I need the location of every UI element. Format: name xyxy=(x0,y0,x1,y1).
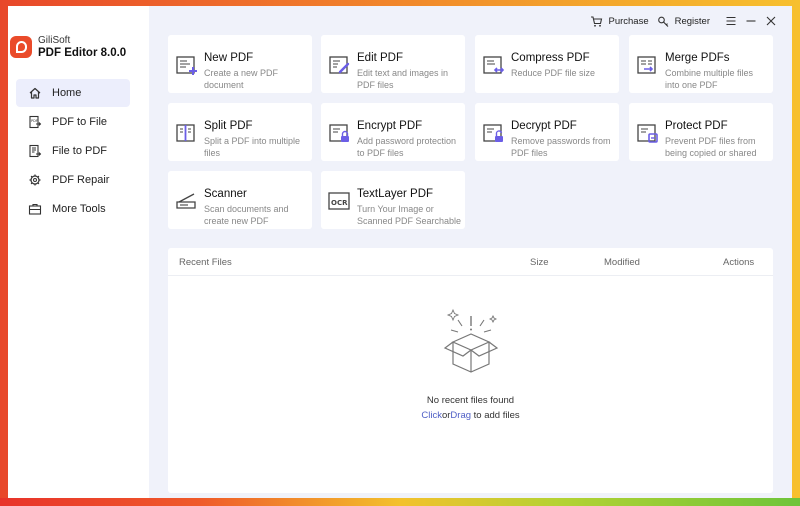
tool-desc: Edit text and images in PDF files xyxy=(357,68,449,90)
tool-desc: Prevent PDF files from being copied or sh… xyxy=(665,136,757,158)
sidebar: GiliSoft PDF Editor 8.0.0 Home PDF PDF t… xyxy=(8,6,149,498)
empty-message: No recent files found xyxy=(426,395,515,406)
minimize-icon[interactable] xyxy=(744,14,758,28)
new-pdf-icon xyxy=(174,52,200,78)
tool-edit-pdf[interactable]: Edit PDF Edit text and images in PDF file… xyxy=(321,35,465,93)
key-icon xyxy=(657,16,669,27)
tool-desc: Split a PDF into multiple files xyxy=(204,136,301,158)
tool-protect-pdf[interactable]: Protect PDF Prevent PDF files from being … xyxy=(629,103,773,161)
cart-icon xyxy=(591,15,603,27)
protect-pdf-icon xyxy=(635,120,661,146)
tool-title: Scanner xyxy=(204,188,247,200)
sidebar-item-label: Home xyxy=(52,87,82,99)
tool-title: Split PDF xyxy=(204,120,253,132)
add-files-hint: ClickorDrag to add files xyxy=(168,410,773,421)
sidebar-item-file-to-pdf[interactable]: File to PDF xyxy=(16,137,130,165)
tool-title: Decrypt PDF xyxy=(511,120,577,132)
repair-gear-icon xyxy=(28,173,42,187)
ocr-icon: OCR xyxy=(327,188,353,214)
purchase-button[interactable]: Purchase xyxy=(590,15,649,28)
recent-files-panel: Recent Files Size Modified Actions No re… xyxy=(168,248,773,493)
sidebar-item-label: PDF Repair xyxy=(52,174,110,186)
tool-title: Compress PDF xyxy=(511,52,590,64)
compress-pdf-icon xyxy=(481,52,507,78)
tool-desc: Add password protection to PDF files xyxy=(357,136,457,158)
column-header-size[interactable]: Size xyxy=(530,257,548,268)
edit-pdf-icon xyxy=(327,52,353,78)
column-header-name[interactable]: Recent Files xyxy=(179,257,232,268)
tool-title: New PDF xyxy=(204,52,254,64)
home-icon xyxy=(28,86,42,100)
tool-title: TextLayer PDF xyxy=(357,188,434,200)
tool-title: Protect PDF xyxy=(665,120,728,132)
click-to-add-link[interactable]: Click xyxy=(421,410,442,421)
sidebar-item-label: File to PDF xyxy=(52,145,108,157)
tool-title: Edit PDF xyxy=(357,52,404,64)
app-window: GiliSoft PDF Editor 8.0.0 Home PDF PDF t… xyxy=(8,6,792,498)
tool-textlayer-pdf[interactable]: OCR TextLayer PDF Turn Your Image or Scan… xyxy=(321,171,465,229)
brand: GiliSoft PDF Editor 8.0.0 xyxy=(10,34,126,60)
sidebar-item-home[interactable]: Home xyxy=(16,79,130,107)
menu-icon[interactable] xyxy=(724,14,738,28)
tool-desc: Create a new PDF document xyxy=(204,68,279,90)
brand-product: PDF Editor 8.0.0 xyxy=(38,47,127,59)
brand-company: GiliSoft xyxy=(38,35,71,46)
purchase-label: Purchase xyxy=(608,15,649,27)
split-pdf-icon xyxy=(174,120,200,146)
pdf-to-file-icon: PDF xyxy=(28,115,42,129)
sidebar-item-label: PDF to File xyxy=(52,116,108,128)
tool-scanner[interactable]: Scanner Scan documents and create new PDF xyxy=(168,171,312,229)
tool-desc: Turn Your Image or Scanned PDF Searchable xyxy=(357,204,462,226)
hint-rest: to add files xyxy=(473,410,520,421)
title-bar: Purchase Register xyxy=(582,14,778,28)
tool-compress-pdf[interactable]: Compress PDF Reduce PDF file size xyxy=(475,35,619,93)
tool-desc: Combine multiple files into one PDF xyxy=(665,68,754,90)
tool-title: Encrypt PDF xyxy=(357,120,423,132)
more-tools-icon xyxy=(28,202,42,216)
tool-desc: Reduce PDF file size xyxy=(511,68,596,78)
tool-title: Merge PDFs xyxy=(665,52,730,64)
scanner-icon xyxy=(174,188,200,214)
tool-desc: Scan documents and create new PDF xyxy=(204,204,289,226)
file-to-pdf-icon xyxy=(28,144,42,158)
tool-merge-pdfs[interactable]: Merge PDFs Combine multiple files into on… xyxy=(629,35,773,93)
sidebar-item-pdf-to-file[interactable]: PDF PDF to File xyxy=(16,108,130,136)
sidebar-nav: Home PDF PDF to File File to PDF PDF Rep… xyxy=(16,79,130,224)
tool-decrypt-pdf[interactable]: Decrypt PDF Remove passwords from PDF fil… xyxy=(475,103,619,161)
tool-split-pdf[interactable]: Split PDF Split a PDF into multiple files xyxy=(168,103,312,161)
recent-files-header: Recent Files Size Modified Actions xyxy=(168,248,773,276)
column-header-modified[interactable]: Modified xyxy=(604,257,640,268)
decrypt-pdf-icon xyxy=(481,120,507,146)
drag-to-add-link[interactable]: Drag xyxy=(450,410,471,421)
desktop-bottom-strip xyxy=(0,498,800,506)
tool-desc: Remove passwords from PDF files xyxy=(511,136,611,158)
merge-pdf-icon xyxy=(635,52,661,78)
column-header-actions: Actions xyxy=(723,257,755,268)
register-button[interactable]: Register xyxy=(657,15,710,28)
tool-encrypt-pdf[interactable]: Encrypt PDF Add password protection to PD… xyxy=(321,103,465,161)
tool-grid: New PDF Create a new PDF document Edit PD… xyxy=(168,35,773,235)
svg-text:PDF: PDF xyxy=(31,119,38,123)
sidebar-item-pdf-repair[interactable]: PDF Repair xyxy=(16,166,130,194)
close-icon[interactable] xyxy=(764,14,778,28)
register-label: Register xyxy=(674,15,710,27)
empty-box-icon xyxy=(443,308,498,373)
sidebar-item-label: More Tools xyxy=(52,203,106,215)
sidebar-item-more-tools[interactable]: More Tools xyxy=(16,195,130,223)
empty-state[interactable]: No recent files found ClickorDrag to add… xyxy=(168,304,773,421)
app-logo-icon xyxy=(10,36,32,58)
encrypt-pdf-icon xyxy=(327,120,353,146)
tool-new-pdf[interactable]: New PDF Create a new PDF document xyxy=(168,35,312,93)
svg-text:OCR: OCR xyxy=(331,199,348,207)
